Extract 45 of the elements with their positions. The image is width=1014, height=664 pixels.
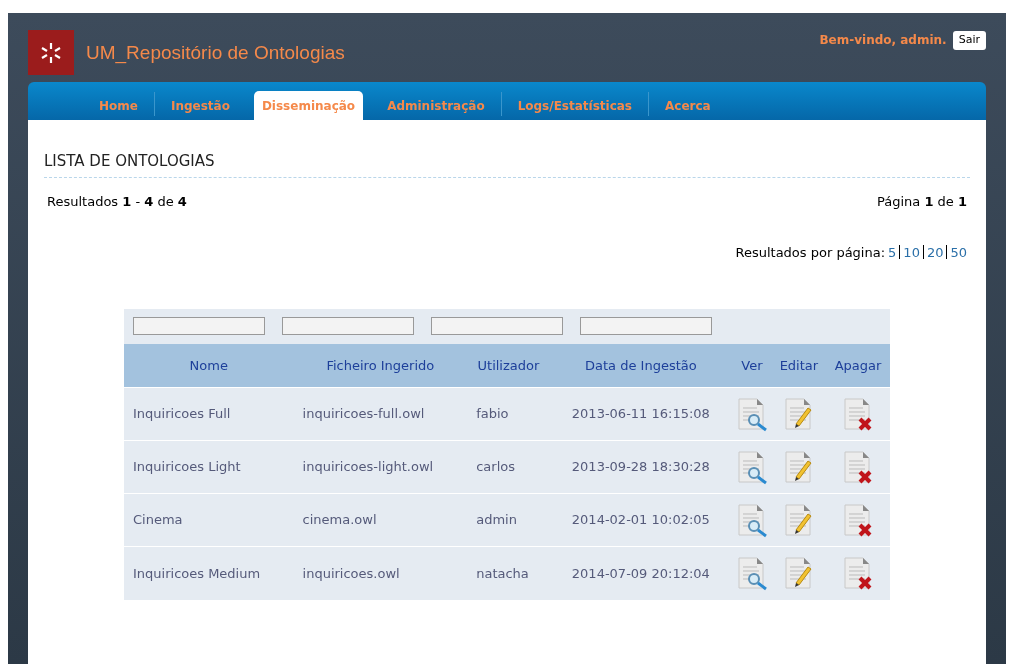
page-summary: Página 1 de 1 bbox=[876, 192, 967, 211]
table-cell: Inquiricoes Full bbox=[124, 387, 294, 441]
nav-tab[interactable]: Logs/Estatísticas bbox=[501, 91, 648, 120]
per-page-link[interactable]: 50 bbox=[950, 243, 967, 263]
nav-tab[interactable]: Acerca bbox=[649, 91, 727, 120]
table-cell: Cinema bbox=[124, 493, 294, 547]
per-page-link[interactable]: 20 bbox=[926, 243, 944, 263]
filter-field[interactable] bbox=[431, 317, 563, 335]
table-cell: admin bbox=[467, 493, 550, 547]
per-page-link[interactable]: 5 bbox=[888, 243, 897, 263]
table-cell: 2014-07-09 20:12:04 bbox=[549, 546, 733, 600]
app-title: UM_Repositório de Ontologias bbox=[86, 41, 345, 66]
column-header: Data de Ingestão bbox=[549, 343, 733, 388]
table-cell: natacha bbox=[467, 546, 550, 600]
results-summary: Resultados 1 - 4 de 4 bbox=[47, 192, 187, 211]
section-title: LISTA DE ONTOLOGIAS bbox=[44, 150, 970, 178]
table-cell: inquiricoes.owl bbox=[293, 546, 468, 600]
filter-field[interactable] bbox=[580, 317, 712, 335]
column-header: Utilizador bbox=[467, 343, 550, 388]
per-page-link[interactable]: 10 bbox=[903, 243, 920, 263]
column-header: Ficheiro Ingerido bbox=[293, 343, 468, 388]
column-header: Apagar bbox=[826, 343, 890, 388]
table-cell: cinema.owl bbox=[293, 493, 468, 547]
table-cell: inquiricoes-light.owl bbox=[293, 440, 468, 494]
table-cell: Inquiricoes Medium bbox=[124, 546, 294, 600]
column-header: Ver bbox=[732, 343, 772, 388]
nav-tab[interactable]: Ingestão bbox=[154, 91, 246, 120]
logout-button[interactable]: Sair bbox=[952, 31, 986, 50]
column-header: Nome bbox=[124, 343, 294, 388]
table-cell: fabio bbox=[467, 387, 550, 441]
table-cell: Inquiricoes Light bbox=[124, 440, 294, 494]
nav-tab[interactable]: Administração bbox=[371, 91, 501, 120]
nav-tab[interactable]: Disseminação bbox=[253, 91, 364, 120]
table-cell: 2014-02-01 10:02:05 bbox=[549, 493, 733, 547]
filter-field[interactable] bbox=[282, 317, 414, 335]
logo-icon bbox=[28, 30, 74, 75]
welcome-text: Bem-vindo, admin. bbox=[819, 32, 947, 50]
table-cell: carlos bbox=[467, 440, 550, 494]
table-cell: 2013-09-28 18:30:28 bbox=[549, 440, 733, 494]
per-page-label: Resultados por página: bbox=[735, 244, 886, 262]
column-header: Editar bbox=[771, 343, 827, 388]
nav-tab[interactable]: Home bbox=[83, 91, 154, 120]
table-cell: 2013-06-11 16:15:08 bbox=[549, 387, 733, 441]
table-cell: inquiricoes-full.owl bbox=[293, 387, 468, 441]
filter-field[interactable] bbox=[133, 317, 265, 335]
